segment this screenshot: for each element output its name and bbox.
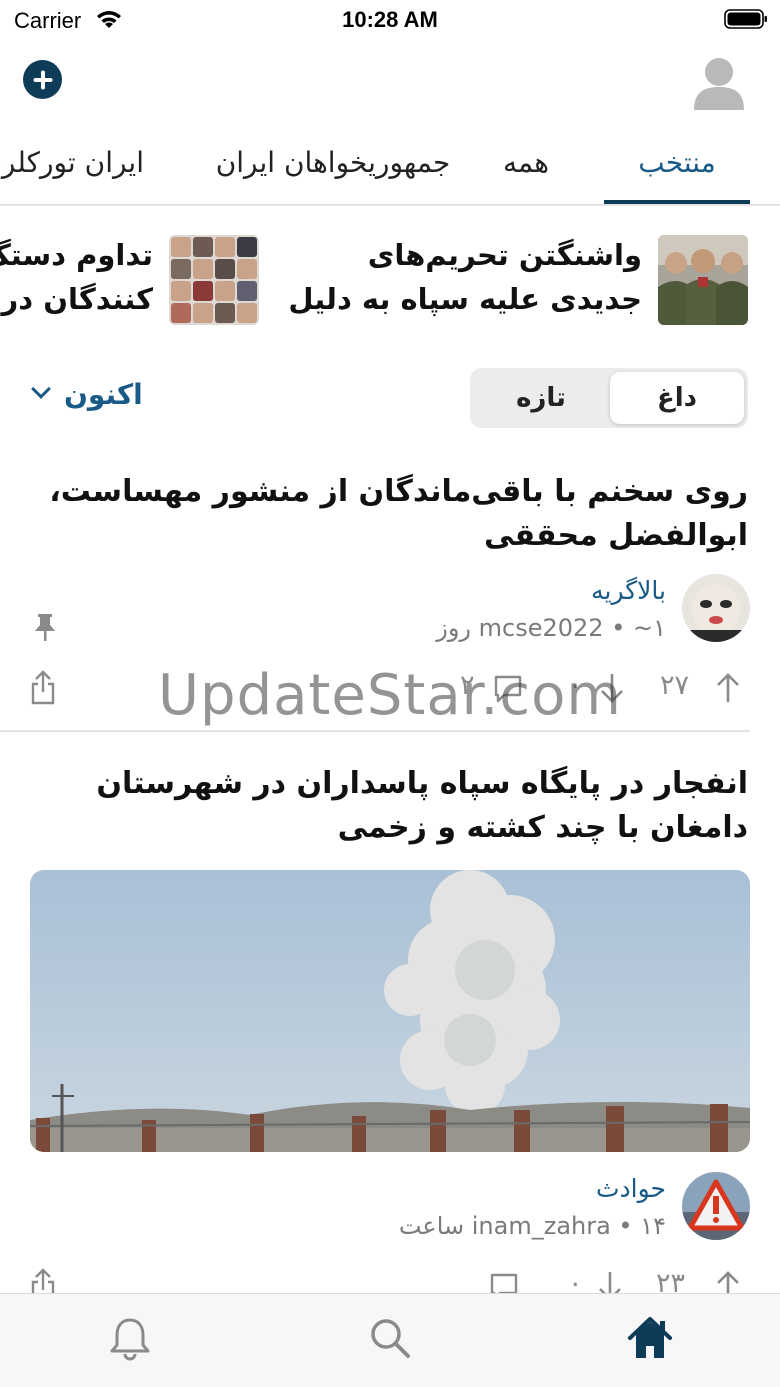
post-title[interactable]: روی سخنم با باقی‌ماندگان از منشور مهساست… bbox=[32, 470, 748, 558]
sort-segmented-control: داغ تازه bbox=[470, 368, 748, 428]
feed-tabs: منتخب همه جمهوریخواهان ایران ایران تورکل… bbox=[0, 124, 780, 206]
community-name[interactable]: بالاگریه bbox=[591, 576, 666, 605]
clock: 10:28 AM bbox=[342, 7, 438, 32]
tab-featured[interactable]: منتخب bbox=[604, 124, 750, 204]
chevron-down-icon bbox=[31, 379, 51, 399]
tab-iran-republicans[interactable]: جمهوریخواهان ایران bbox=[208, 124, 458, 204]
pin-icon bbox=[35, 614, 55, 641]
sort-hot-option[interactable]: داغ bbox=[610, 372, 744, 424]
tab-iran-turks[interactable]: ایران تورکلری bbox=[0, 124, 162, 204]
home-icon[interactable] bbox=[626, 1314, 674, 1362]
time-filter-dropdown[interactable]: اکنون bbox=[31, 378, 143, 418]
carousel-title: تداوم دستگ کنندگان در م bbox=[0, 238, 153, 316]
post-image[interactable] bbox=[30, 870, 750, 1152]
post-meta: inam_zahra • ۱۴ ساعت bbox=[398, 1212, 666, 1240]
carousel-thumbnail bbox=[658, 235, 748, 325]
post-meta: mcse2022 • ~۱ روز bbox=[436, 614, 666, 642]
community-avatar[interactable] bbox=[682, 574, 750, 642]
community-name[interactable]: حوادث bbox=[596, 1174, 666, 1203]
sort-row: داغ تازه اکنون bbox=[0, 346, 780, 446]
sort-new-option[interactable]: تازه bbox=[474, 372, 608, 424]
carousel-card[interactable]: تداوم دستگ کنندگان در م bbox=[0, 235, 259, 327]
search-icon[interactable] bbox=[366, 1314, 414, 1362]
profile-avatar-icon[interactable] bbox=[692, 54, 746, 110]
create-post-button[interactable] bbox=[23, 60, 62, 99]
battery-icon bbox=[724, 9, 767, 29]
top-bar bbox=[0, 44, 780, 124]
status-bar: Carrier 10:28 AM bbox=[0, 0, 780, 40]
tab-all[interactable]: همه bbox=[476, 124, 576, 204]
community-avatar[interactable] bbox=[682, 1172, 750, 1240]
carousel-thumbnail bbox=[169, 235, 259, 325]
post-card[interactable]: انفجار در پایگاه سپاه پاسداران در شهرستا… bbox=[0, 760, 780, 1303]
bottom-tab-bar bbox=[0, 1293, 780, 1387]
post-title[interactable]: انفجار در پایگاه سپاه پاسداران در شهرستا… bbox=[32, 762, 748, 850]
post-divider bbox=[0, 730, 750, 732]
watermark-text: UpdateStar.com bbox=[158, 663, 622, 728]
bell-icon[interactable] bbox=[106, 1314, 154, 1362]
featured-carousel: واشنگتن تحریم‌های جدیدی علیه سپاه به دلی… bbox=[0, 206, 780, 346]
